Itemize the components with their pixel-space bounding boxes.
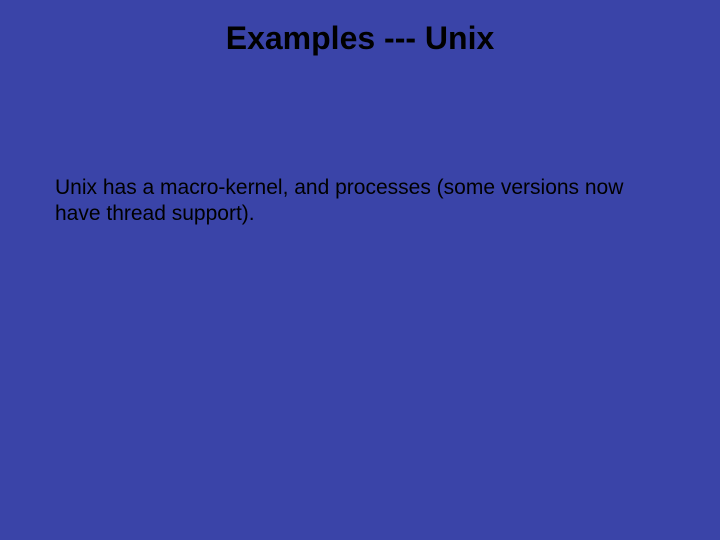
slide-body: Unix has a macro-kernel, and processes (…	[55, 175, 645, 228]
slide-title: Examples --- Unix	[0, 20, 720, 57]
slide: Examples --- Unix Unix has a macro-kerne…	[0, 0, 720, 540]
